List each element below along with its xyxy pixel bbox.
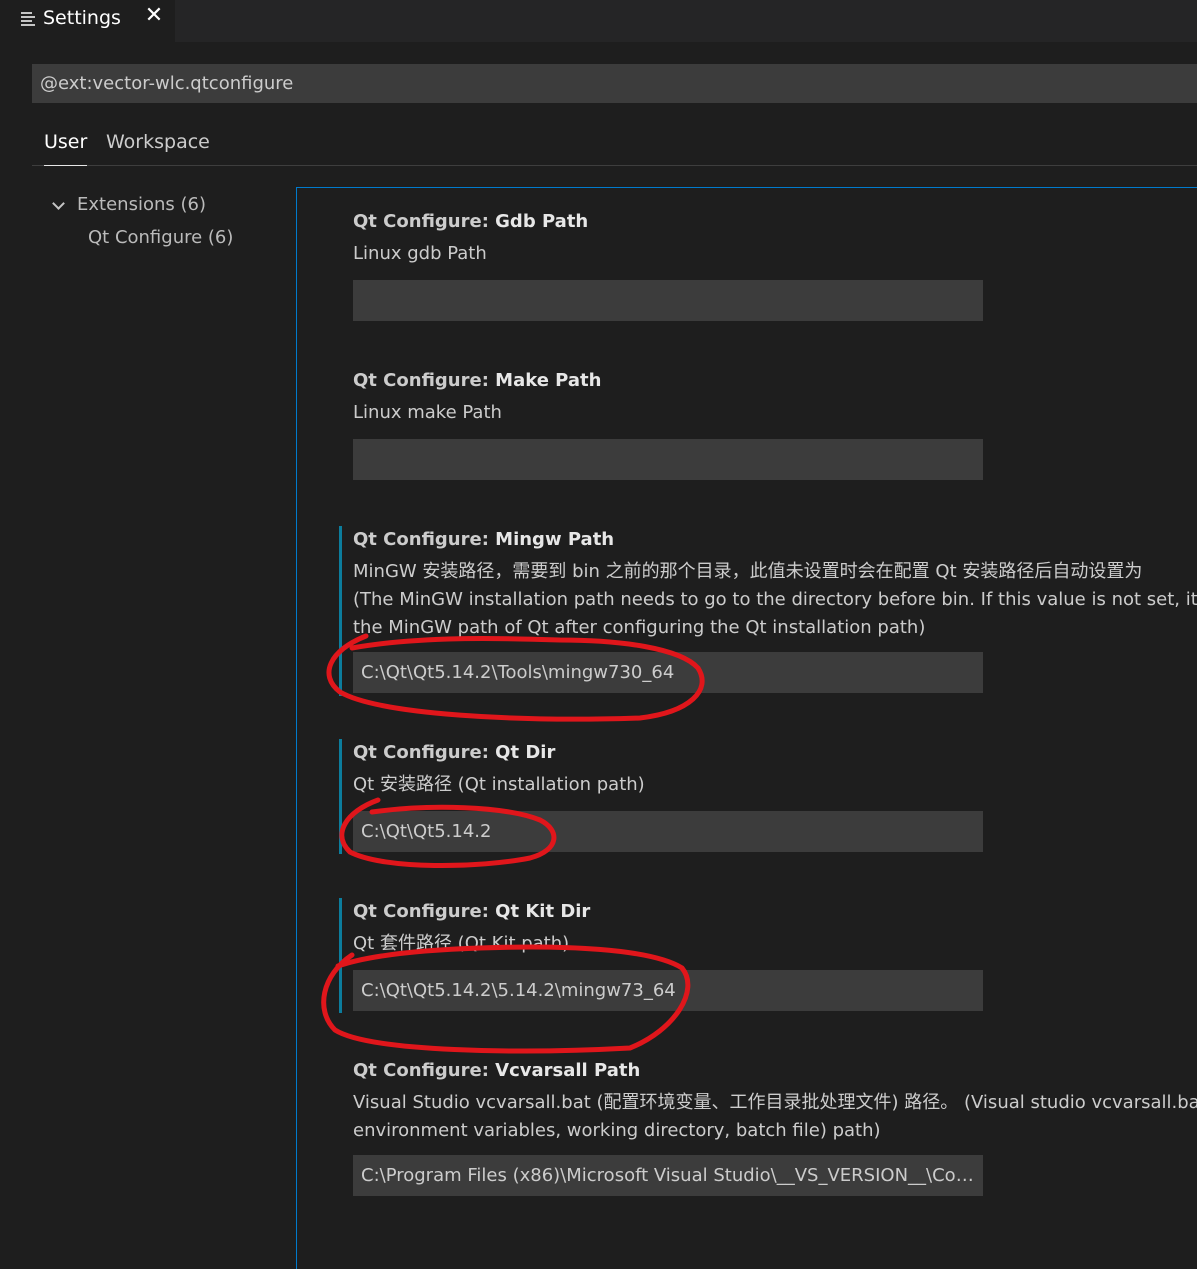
setting-qt-dir: Qt Configure: Qt Dir Qt 安装路径 (Qt install… [297, 739, 1197, 854]
close-icon[interactable]: ✕ [143, 5, 165, 27]
toc-group-label: Extensions (6) [77, 194, 206, 215]
setting-qt-kit-dir: Qt Configure: Qt Kit Dir Qt 套件路径 (Qt Kit… [297, 898, 1197, 1013]
qt-kit-dir-input[interactable]: C:\Qt\Qt5.14.2\5.14.2\mingw73_64 [353, 970, 983, 1011]
setting-vcvarsall-path: Qt Configure: Vcvarsall Path Visual Stud… [297, 1057, 1197, 1207]
modified-indicator [339, 526, 342, 696]
setting-gdb-path: Qt Configure: Gdb Path Linux gdb Path [297, 208, 1197, 328]
mingw-path-input[interactable]: C:\Qt\Qt5.14.2\Tools\mingw730_64 [353, 652, 983, 693]
setting-make-path: Qt Configure: Make Path Linux make Path [297, 367, 1197, 487]
editor-tab-bar: Settings ✕ [0, 0, 1197, 42]
make-path-input[interactable] [353, 439, 983, 480]
setting-title: Qt Configure: Qt Kit Dir [353, 901, 591, 922]
setting-description: Qt 套件路径 (Qt Kit path) [353, 933, 570, 954]
setting-title: Qt Configure: Gdb Path [353, 211, 589, 232]
setting-description: Visual Studio vcvarsall.bat (配置环境变量、工作目录… [353, 1092, 1197, 1141]
settings-list-icon [21, 11, 35, 26]
chevron-down-icon [52, 196, 65, 210]
gdb-path-input[interactable] [353, 280, 983, 321]
modified-indicator [339, 898, 342, 1013]
setting-description: Linux make Path [353, 402, 502, 423]
tab-workspace[interactable]: Workspace [106, 122, 210, 166]
setting-mingw-path: Qt Configure: Mingw Path MinGW 安装路径，需要到 … [297, 526, 1197, 696]
tab-label: Settings [43, 7, 121, 29]
settings-search-input[interactable]: @ext:vector-wlc.qtconfigure [32, 64, 1197, 103]
setting-description: MinGW 安装路径，需要到 bin 之前的那个目录，此值未设置时会在配置 Qt… [353, 561, 1197, 638]
vcvarsall-path-input[interactable]: C:\Program Files (x86)\Microsoft Visual … [353, 1155, 983, 1196]
modified-indicator [339, 739, 342, 854]
setting-title: Qt Configure: Mingw Path [353, 529, 615, 550]
setting-description: Linux gdb Path [353, 243, 487, 264]
toc-item-qt-configure[interactable]: Qt Configure (6) [88, 225, 233, 251]
setting-title: Qt Configure: Make Path [353, 370, 602, 391]
settings-list: Qt Configure: Gdb Path Linux gdb Path Qt… [296, 187, 1197, 1269]
setting-description: Qt 安装路径 (Qt installation path) [353, 774, 645, 795]
setting-title: Qt Configure: Vcvarsall Path [353, 1060, 641, 1081]
settings-scope-tabs: User Workspace [32, 122, 1197, 166]
setting-title: Qt Configure: Qt Dir [353, 742, 556, 763]
settings-tab[interactable]: Settings ✕ [0, 0, 175, 42]
toc-group-extensions[interactable]: Extensions (6) [50, 192, 206, 218]
tab-user[interactable]: User [44, 122, 88, 166]
qt-dir-input[interactable]: C:\Qt\Qt5.14.2 [353, 811, 983, 852]
